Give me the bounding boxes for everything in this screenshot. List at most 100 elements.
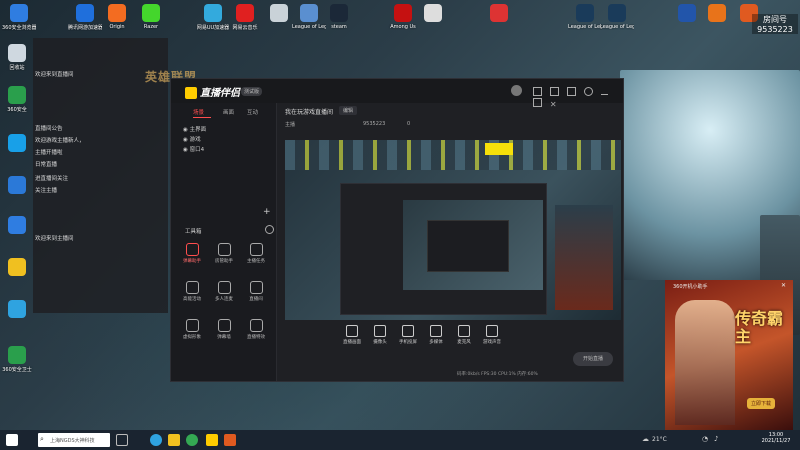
- scene-item[interactable]: ◉ 游戏: [183, 135, 201, 143]
- tab-scene[interactable]: 场景: [193, 108, 204, 116]
- tool-icon: [217, 319, 231, 332]
- tool-label: 弹幕助手: [183, 259, 201, 264]
- title-bar: 直播伴侣 测试版 ✕: [171, 79, 623, 109]
- ad-title: 传奇霸主: [735, 309, 784, 346]
- tool-icon: [217, 243, 231, 256]
- desktop-icon[interactable]: 360安全卫士: [0, 346, 34, 373]
- desktop-icon[interactable]: [416, 4, 450, 24]
- bottom-tool-button[interactable]: 直播画面: [339, 325, 365, 345]
- taskbar-search-input[interactable]: ⌕ 上海NGDS大神科技: [38, 433, 110, 447]
- tool-icon: [185, 243, 199, 256]
- app-name: 直播伴侣: [200, 88, 240, 99]
- desktop-icon[interactable]: 回收站: [0, 44, 34, 71]
- chat-line: 欢迎来到主播间: [35, 236, 74, 242]
- tab-source[interactable]: 画面: [223, 108, 234, 116]
- add-scene-button[interactable]: +: [263, 207, 271, 217]
- ad-character: [675, 300, 735, 425]
- desktop-icon[interactable]: League of Legends: [568, 4, 602, 30]
- mail-icon[interactable]: [549, 87, 559, 96]
- desktop-icon[interactable]: 360安全: [0, 86, 34, 113]
- ad-top-label: 360开机小助手: [673, 284, 708, 290]
- tool-icon: [249, 243, 263, 256]
- bottom-tool-label: 多媒体: [429, 340, 443, 345]
- desktop-icon[interactable]: [700, 4, 734, 24]
- app-icon: [76, 4, 94, 22]
- tool-button[interactable]: 房管助手: [209, 243, 239, 264]
- tool-button[interactable]: 直播特效: [241, 319, 271, 340]
- game-icon[interactable]: [224, 434, 236, 446]
- tool-icon: [249, 281, 263, 294]
- desktop-icon[interactable]: [0, 300, 34, 320]
- preview-icon-strip: [285, 140, 621, 170]
- tool-button[interactable]: 虚拟形象: [177, 319, 207, 340]
- desktop-icon[interactable]: 360安全浏览器: [2, 4, 36, 31]
- desktop-icon-label: Razer: [143, 24, 159, 30]
- streaming-app-icon[interactable]: [206, 434, 218, 446]
- volume-icon[interactable]: ♪: [714, 435, 718, 443]
- desktop-icon[interactable]: 腾讯网游加速器: [68, 4, 102, 31]
- bottom-tool-label: 直播画面: [343, 340, 361, 345]
- bottom-tool-button[interactable]: 游戏声音: [479, 325, 505, 345]
- desktop-icon[interactable]: steam: [322, 4, 356, 30]
- ad-download-button[interactable]: 立即下载: [747, 398, 776, 409]
- desktop-icon[interactable]: [0, 216, 34, 236]
- desktop-icon[interactable]: 网易UU加速器: [196, 4, 230, 31]
- desktop-icon[interactable]: League of Legends: [600, 4, 634, 30]
- tools-toggle-icon[interactable]: [265, 225, 274, 234]
- streaming-app-window[interactable]: 直播伴侣 测试版 ✕ 场景 画面 互动 ◉ 主界面 ◉ 游戏 ◉ 窗口4 + 工…: [170, 78, 624, 382]
- bottom-tool-button[interactable]: 手机投屏: [395, 325, 421, 345]
- bottom-tool-button[interactable]: 多媒体: [423, 325, 449, 345]
- room-number-overlay: 房间号 9535223: [752, 14, 798, 34]
- app-icon: [204, 4, 222, 22]
- room-title: 我在玩游戏直播间: [285, 109, 334, 116]
- desktop-icon[interactable]: Origin: [100, 4, 134, 30]
- taskbar: ⌕ 上海NGDS大神科技 ☁ 21°C ◔ ♪ 13:00 2021/11/27: [0, 430, 800, 450]
- settings-icon[interactable]: [583, 87, 593, 96]
- tool-label: 高能活动: [183, 297, 201, 302]
- tool-button[interactable]: 高能活动: [177, 281, 207, 302]
- stream-preview[interactable]: [285, 140, 621, 320]
- edit-room-button[interactable]: 编辑: [339, 106, 358, 115]
- tool-button[interactable]: 多人连麦: [209, 281, 239, 302]
- desktop-icon[interactable]: [262, 4, 296, 24]
- desktop-icon[interactable]: [0, 176, 34, 196]
- tool-button[interactable]: 弹幕助手: [177, 243, 207, 264]
- tab-underline: [193, 117, 211, 118]
- desktop-icon[interactable]: League of Legends: [292, 4, 326, 30]
- tool-button[interactable]: 弹幕墙: [209, 319, 239, 340]
- scene-item[interactable]: ◉ 主界面: [183, 125, 206, 133]
- explorer-icon[interactable]: [168, 434, 180, 446]
- chrome-icon[interactable]: [186, 434, 198, 446]
- desktop-icon[interactable]: Among Us: [386, 4, 420, 30]
- desktop-icon[interactable]: [0, 258, 34, 278]
- desktop-icon[interactable]: Razer: [134, 4, 168, 30]
- bottom-tool-button[interactable]: 麦克风: [451, 325, 477, 345]
- bottom-tool-button[interactable]: 摄像头: [367, 325, 393, 345]
- minimize-icon[interactable]: [600, 94, 608, 95]
- desktop-icon[interactable]: [670, 4, 704, 24]
- tool-button[interactable]: 直播间: [241, 281, 271, 302]
- desktop-icon-label: 回收站: [9, 65, 25, 71]
- desktop-icon[interactable]: [0, 134, 34, 154]
- chat-line: 关注主播: [35, 188, 58, 194]
- clock[interactable]: 13:00 2021/11/27: [758, 432, 794, 444]
- avatar[interactable]: [511, 85, 522, 96]
- windows-start-icon[interactable]: [6, 434, 18, 446]
- network-icon[interactable]: ◔: [702, 435, 708, 443]
- desktop-icon[interactable]: [482, 4, 516, 24]
- preview-inner-window-2: [427, 220, 509, 272]
- app-icon: [678, 4, 696, 22]
- menu-icon[interactable]: [566, 87, 576, 96]
- ad-close-icon[interactable]: ✕: [781, 282, 786, 289]
- task-view-icon[interactable]: [116, 434, 128, 446]
- gift-icon[interactable]: [533, 87, 542, 96]
- ad-popup[interactable]: 360开机小助手 ✕ 传奇霸主 立即下载: [665, 280, 793, 430]
- tab-interact[interactable]: 互动: [247, 108, 258, 116]
- desktop-icon[interactable]: 网易云音乐: [228, 4, 262, 31]
- tool-button[interactable]: 主播任务: [241, 243, 271, 264]
- edge-icon[interactable]: [150, 434, 162, 446]
- scene-item[interactable]: ◉ 窗口4: [183, 145, 204, 153]
- start-stream-button[interactable]: 开始直播: [573, 352, 613, 366]
- desktop-icon-label: 360安全卫士: [2, 367, 32, 373]
- tool-label: 直播间: [249, 297, 263, 302]
